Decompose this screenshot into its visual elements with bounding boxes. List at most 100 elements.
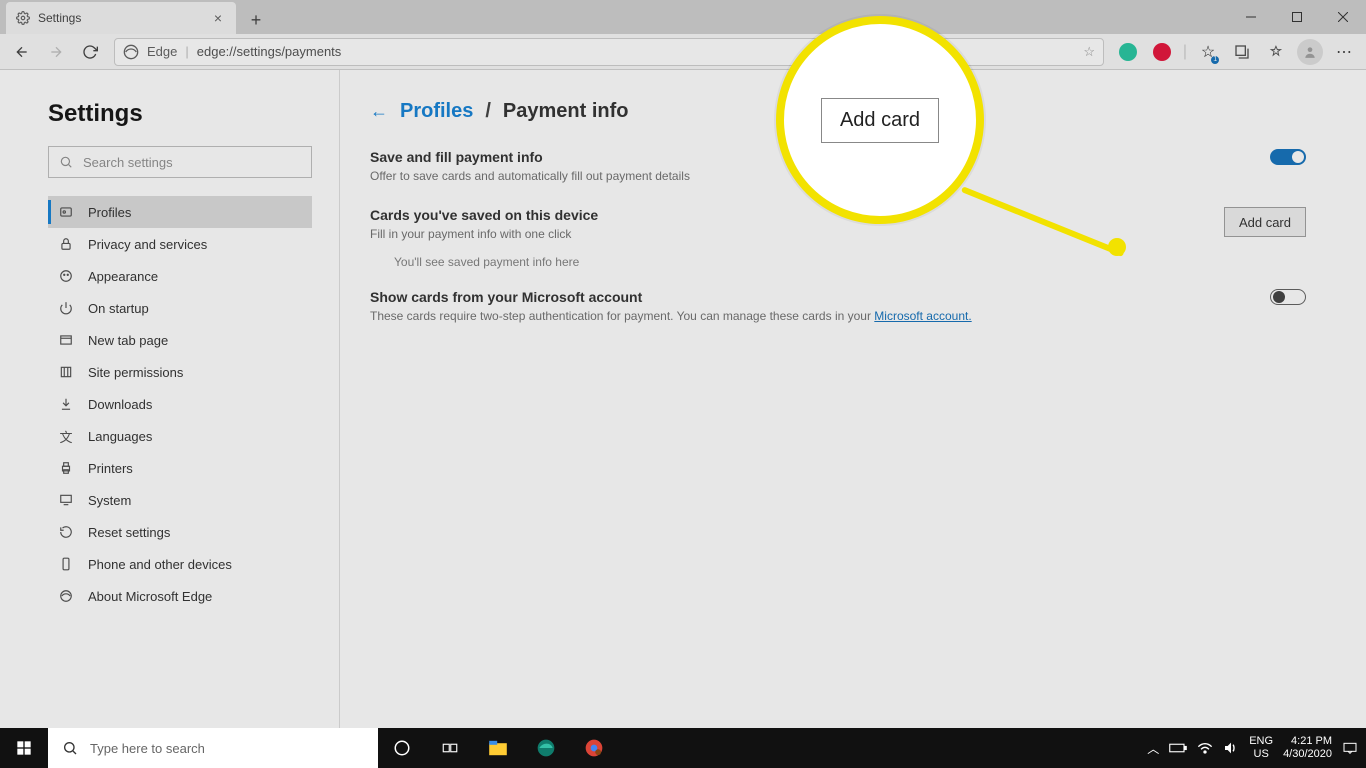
breadcrumb-root[interactable]: Profiles: [400, 100, 473, 123]
tray-lang-bottom: US: [1249, 748, 1273, 761]
setting-sub-text: These cards require two-step authenticat…: [370, 309, 874, 323]
tray-notifications-icon[interactable]: [1342, 741, 1358, 755]
setting-sub: Offer to save cards and automatically fi…: [370, 169, 690, 183]
appearance-icon: [58, 269, 74, 283]
nav-label: New tab page: [88, 333, 168, 348]
address-separator: |: [185, 44, 188, 59]
nav-phone[interactable]: Phone and other devices: [48, 548, 312, 580]
newtab-icon: [58, 333, 74, 347]
close-icon[interactable]: ×: [210, 10, 226, 26]
feedback-icon[interactable]: [1260, 36, 1292, 68]
address-brand: Edge: [147, 44, 177, 59]
extension-opera-icon[interactable]: [1146, 36, 1178, 68]
nav-privacy[interactable]: Privacy and services: [48, 228, 312, 260]
add-card-button[interactable]: Add card: [1224, 207, 1306, 237]
toggle-save-fill[interactable]: [1270, 149, 1306, 165]
menu-button[interactable]: ⋯: [1328, 36, 1360, 68]
browser-toolbar: Edge | edge://settings/payments ☆ | ☆1 ⋯: [0, 34, 1366, 70]
nav-label: Downloads: [88, 397, 152, 412]
nav-label: System: [88, 493, 131, 508]
nav-downloads[interactable]: Downloads: [48, 388, 312, 420]
tray-language[interactable]: ENGUS: [1249, 735, 1273, 761]
setting-ms-cards: Show cards from your Microsoft account T…: [370, 289, 1306, 323]
browser-tab[interactable]: Settings ×: [6, 2, 236, 34]
nav-about[interactable]: About Microsoft Edge: [48, 580, 312, 612]
nav-profiles[interactable]: Profiles: [48, 196, 312, 228]
settings-page: Settings Search settings Profiles Privac…: [0, 70, 1366, 728]
start-button[interactable]: [0, 728, 48, 768]
nav-label: On startup: [88, 301, 149, 316]
window-minimize-button[interactable]: [1228, 0, 1274, 34]
settings-heading: Settings: [48, 100, 311, 128]
refresh-button[interactable]: [74, 36, 106, 68]
taskbar-edge-icon[interactable]: [522, 728, 570, 768]
nav-label: Profiles: [88, 205, 131, 220]
favorite-icon[interactable]: ☆: [1083, 44, 1095, 60]
setting-title: Show cards from your Microsoft account: [370, 289, 972, 305]
toggle-ms-cards[interactable]: [1270, 289, 1306, 305]
nav-languages[interactable]: 文 Languages: [48, 420, 312, 452]
nav-permissions[interactable]: Site permissions: [48, 356, 312, 388]
profile-icon: [58, 205, 74, 219]
nav-label: Site permissions: [88, 365, 183, 380]
breadcrumb-sep: /: [485, 100, 491, 123]
nav-newtab[interactable]: New tab page: [48, 324, 312, 356]
annotation-callout-dot: [1108, 238, 1126, 256]
nav-label: About Microsoft Edge: [88, 589, 212, 604]
annotation-callout-circle: Add card: [776, 16, 984, 224]
language-icon: 文: [58, 427, 74, 446]
setting-sub: Fill in your payment info with one click: [370, 227, 598, 241]
collections-icon[interactable]: [1226, 36, 1258, 68]
tray-date: 4/30/2020: [1283, 748, 1332, 761]
window-close-button[interactable]: [1320, 0, 1366, 34]
address-url: edge://settings/payments: [197, 44, 342, 59]
nav-appearance[interactable]: Appearance: [48, 260, 312, 292]
taskbar-search-placeholder: Type here to search: [90, 741, 205, 756]
search-input[interactable]: Search settings: [48, 146, 312, 178]
nav-label: Phone and other devices: [88, 557, 232, 572]
profile-avatar[interactable]: [1294, 36, 1326, 68]
nav-printers[interactable]: Printers: [48, 452, 312, 484]
tray-battery-icon[interactable]: [1169, 742, 1187, 754]
tray-chevron-icon[interactable]: ︿: [1147, 740, 1159, 757]
forward-button[interactable]: [40, 36, 72, 68]
permissions-icon: [58, 365, 74, 379]
setting-title: Cards you've saved on this device: [370, 207, 598, 223]
taskbar-search[interactable]: Type here to search: [48, 728, 378, 768]
system-icon: [58, 493, 74, 507]
nav-label: Printers: [88, 461, 133, 476]
tray-clock[interactable]: 4:21 PM4/30/2020: [1283, 735, 1332, 761]
tab-title: Settings: [38, 11, 81, 25]
lock-icon: [58, 237, 74, 251]
window-maximize-button[interactable]: [1274, 0, 1320, 34]
gear-icon: [16, 11, 30, 25]
taskbar-explorer-icon[interactable]: [474, 728, 522, 768]
tray-volume-icon[interactable]: [1223, 741, 1239, 755]
tray-lang-top: ENG: [1249, 735, 1273, 748]
tray-wifi-icon[interactable]: [1197, 741, 1213, 755]
task-view-icon[interactable]: [426, 728, 474, 768]
edge-logo-icon: [123, 44, 139, 60]
nav-label: Appearance: [88, 269, 158, 284]
new-tab-button[interactable]: +: [242, 6, 270, 34]
extension-grammarly-icon[interactable]: [1112, 36, 1144, 68]
back-button[interactable]: [6, 36, 38, 68]
phone-icon: [58, 557, 74, 571]
breadcrumb-back-icon[interactable]: ←: [370, 101, 388, 122]
search-placeholder: Search settings: [83, 155, 173, 170]
cortana-icon[interactable]: [378, 728, 426, 768]
taskbar-chrome-icon[interactable]: [570, 728, 618, 768]
tab-strip: Settings × +: [0, 0, 1366, 34]
reset-icon: [58, 525, 74, 539]
download-icon: [58, 397, 74, 411]
favorites-icon[interactable]: ☆1: [1192, 36, 1224, 68]
nav-label: Languages: [88, 429, 152, 444]
search-icon: [62, 740, 78, 756]
nav-reset[interactable]: Reset settings: [48, 516, 312, 548]
nav-startup[interactable]: On startup: [48, 292, 312, 324]
ms-account-link[interactable]: Microsoft account.: [874, 309, 971, 323]
setting-title: Save and fill payment info: [370, 149, 690, 165]
nav-system[interactable]: System: [48, 484, 312, 516]
tray-time: 4:21 PM: [1283, 735, 1332, 748]
settings-nav: Profiles Privacy and services Appearance…: [48, 196, 312, 612]
